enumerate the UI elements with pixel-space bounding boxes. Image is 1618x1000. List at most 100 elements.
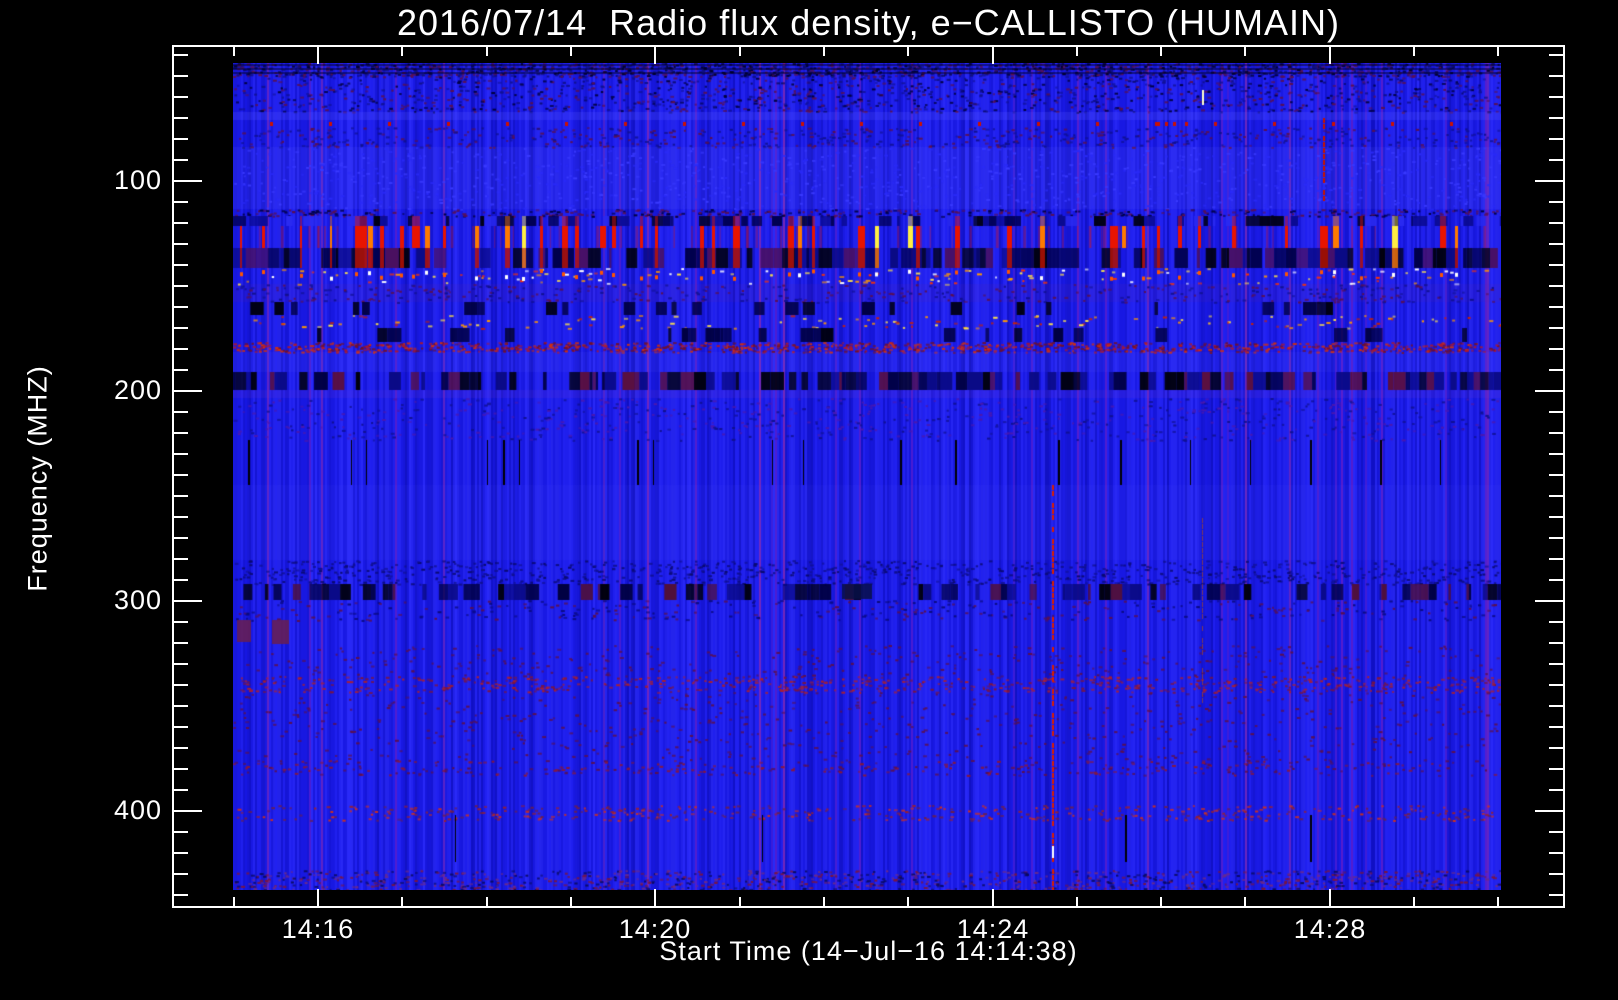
- y-minor-tick-right: [1549, 369, 1563, 371]
- x-minor-tick-top: [1160, 47, 1162, 56]
- y-minor-tick: [174, 222, 188, 224]
- y-minor-tick-right: [1549, 705, 1563, 707]
- x-minor-tick-top: [739, 47, 741, 56]
- y-minor-tick-right: [1549, 642, 1563, 644]
- y-major-tick-right: [1535, 390, 1563, 392]
- y-minor-tick: [174, 789, 188, 791]
- x-minor-tick: [1244, 897, 1246, 906]
- y-minor-tick: [174, 285, 188, 287]
- y-minor-tick-right: [1549, 411, 1563, 413]
- y-minor-tick-right: [1549, 432, 1563, 434]
- x-minor-tick: [739, 897, 741, 906]
- y-minor-tick: [174, 159, 188, 161]
- y-minor-tick-right: [1549, 453, 1563, 455]
- y-minor-tick: [174, 348, 188, 350]
- y-minor-tick: [174, 894, 188, 896]
- y-minor-tick: [174, 831, 188, 833]
- x-minor-tick: [1413, 897, 1415, 906]
- y-minor-tick: [174, 474, 188, 476]
- y-minor-tick-right: [1549, 306, 1563, 308]
- y-minor-tick-right: [1549, 579, 1563, 581]
- y-minor-tick-right: [1549, 684, 1563, 686]
- y-minor-tick: [174, 264, 188, 266]
- y-minor-tick-right: [1549, 138, 1563, 140]
- y-minor-tick-right: [1549, 54, 1563, 56]
- x-minor-tick-top: [1244, 47, 1246, 56]
- y-major-tick: [174, 390, 202, 392]
- y-minor-tick-right: [1549, 117, 1563, 119]
- y-tick-label: 300: [113, 584, 162, 615]
- y-minor-tick: [174, 516, 188, 518]
- x-major-tick: [654, 889, 656, 906]
- y-minor-tick-right: [1549, 222, 1563, 224]
- y-tick-label: 200: [113, 374, 162, 405]
- y-minor-tick-right: [1549, 894, 1563, 896]
- y-minor-tick: [174, 621, 188, 623]
- plot-title: 2016/07/14 Radio flux density, e−CALLIST…: [396, 2, 1341, 43]
- x-minor-tick-top: [486, 47, 488, 56]
- y-tick-label: 100: [113, 164, 162, 195]
- y-minor-tick: [174, 201, 188, 203]
- y-minor-tick-right: [1549, 285, 1563, 287]
- y-minor-tick: [174, 642, 188, 644]
- y-minor-tick-right: [1549, 726, 1563, 728]
- y-minor-tick: [174, 852, 188, 854]
- x-major-tick: [317, 889, 319, 906]
- x-minor-tick: [1076, 897, 1078, 906]
- y-minor-tick: [174, 411, 188, 413]
- y-major-tick-right: [1535, 810, 1563, 812]
- y-minor-tick: [174, 873, 188, 875]
- y-tick-label: 400: [113, 794, 162, 825]
- y-minor-tick-right: [1549, 747, 1563, 749]
- y-minor-tick: [174, 537, 188, 539]
- y-minor-tick: [174, 306, 188, 308]
- y-minor-tick: [174, 117, 188, 119]
- y-minor-tick: [174, 579, 188, 581]
- y-minor-tick-right: [1549, 558, 1563, 560]
- x-axis-title: Start Time (14−Jul−16 14:14:38): [659, 936, 1078, 966]
- y-minor-tick-right: [1549, 327, 1563, 329]
- spectrogram-image: [233, 63, 1501, 890]
- x-minor-tick-top: [233, 47, 235, 56]
- x-minor-tick: [907, 897, 909, 906]
- y-minor-tick: [174, 495, 188, 497]
- x-minor-tick: [1497, 897, 1499, 906]
- y-minor-tick: [174, 369, 188, 371]
- x-minor-tick-top: [907, 47, 909, 56]
- x-minor-tick-top: [401, 47, 403, 56]
- y-minor-tick-right: [1549, 516, 1563, 518]
- y-major-tick: [174, 810, 202, 812]
- x-minor-tick: [486, 897, 488, 906]
- y-minor-tick: [174, 453, 188, 455]
- y-minor-tick-right: [1549, 243, 1563, 245]
- y-minor-tick-right: [1549, 495, 1563, 497]
- y-minor-tick-right: [1549, 663, 1563, 665]
- y-minor-tick: [174, 96, 188, 98]
- x-minor-tick: [570, 897, 572, 906]
- y-minor-tick-right: [1549, 75, 1563, 77]
- y-minor-tick: [174, 327, 188, 329]
- y-minor-tick: [174, 726, 188, 728]
- x-major-tick: [1329, 889, 1331, 906]
- y-minor-tick: [174, 558, 188, 560]
- y-minor-tick-right: [1549, 537, 1563, 539]
- y-minor-tick-right: [1549, 768, 1563, 770]
- x-major-tick-top: [317, 47, 319, 64]
- x-minor-tick: [401, 897, 403, 906]
- x-minor-tick: [1160, 897, 1162, 906]
- y-minor-tick: [174, 684, 188, 686]
- y-minor-tick-right: [1549, 264, 1563, 266]
- x-major-tick-top: [654, 47, 656, 64]
- y-major-tick: [174, 180, 202, 182]
- y-minor-tick-right: [1549, 873, 1563, 875]
- y-minor-tick-right: [1549, 201, 1563, 203]
- y-minor-tick-right: [1549, 621, 1563, 623]
- x-minor-tick-top: [570, 47, 572, 56]
- y-minor-tick: [174, 432, 188, 434]
- y-minor-tick: [174, 75, 188, 77]
- y-minor-tick-right: [1549, 159, 1563, 161]
- x-major-tick-top: [1329, 47, 1331, 64]
- x-minor-tick: [233, 897, 235, 906]
- y-major-tick-right: [1535, 600, 1563, 602]
- spectrogram-page: 2016/07/14 Radio flux density, e−CALLIST…: [0, 0, 1618, 1000]
